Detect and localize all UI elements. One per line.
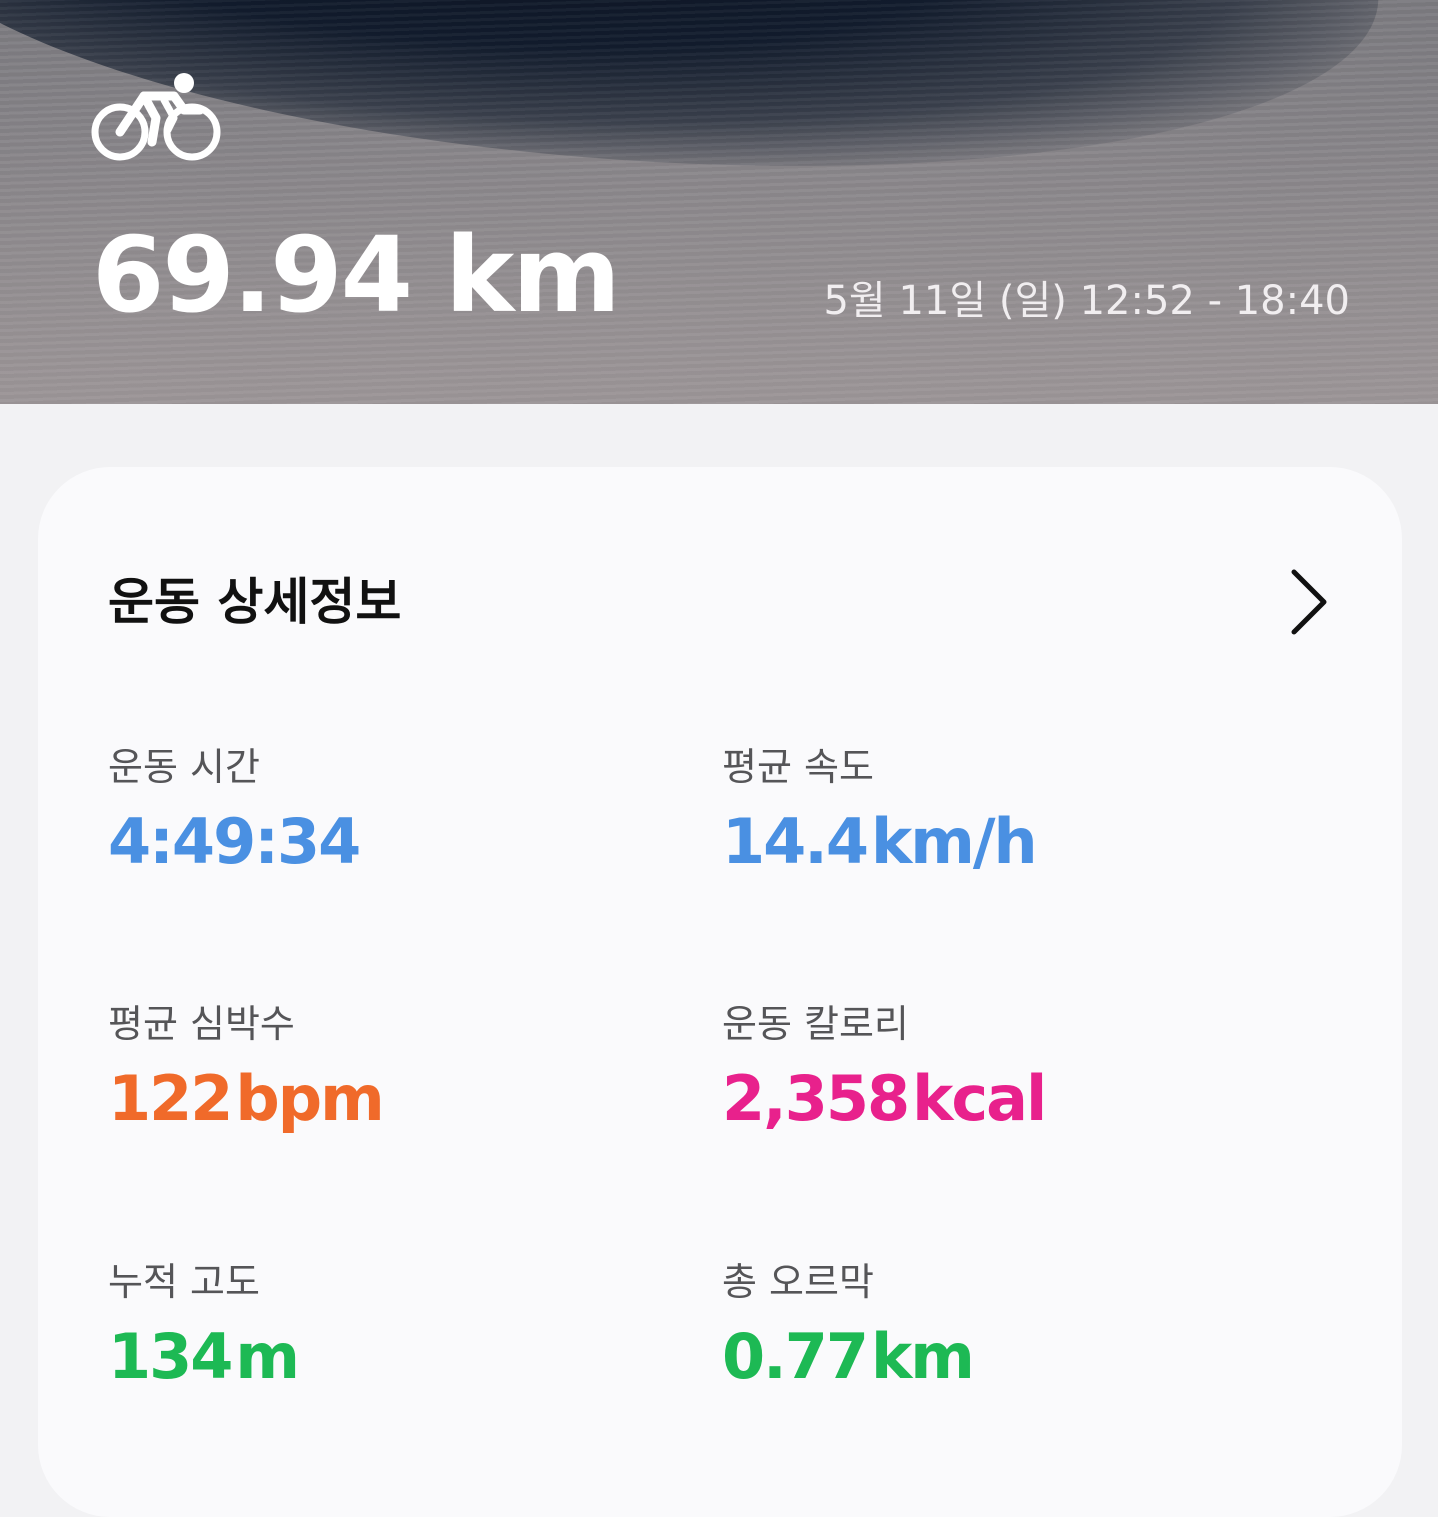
stat-number: 2,358 bbox=[722, 1062, 910, 1135]
stat-number: 14.4 bbox=[722, 805, 869, 878]
stat-value: 0.77km bbox=[722, 1317, 975, 1397]
stat-number: 134 bbox=[108, 1320, 233, 1393]
workout-details-card: 운동 상세정보 운동 시간 4:49:34 평균 속도 14.4km/h 평균 … bbox=[38, 467, 1402, 1517]
stat-label: 운동 시간 bbox=[108, 745, 260, 789]
stat-cumulative-elevation: 누적 고도 134m bbox=[108, 1257, 668, 1407]
stat-unit: m bbox=[235, 1320, 300, 1393]
stat-value: 122bpm bbox=[108, 1059, 385, 1139]
stat-unit: kcal bbox=[912, 1062, 1047, 1135]
stat-calories: 운동 칼로리 2,358kcal bbox=[722, 999, 1282, 1149]
stat-total-ascent: 총 오르막 0.77km bbox=[722, 1257, 1282, 1407]
stat-value: 134m bbox=[108, 1317, 300, 1397]
workout-datetime: 5월 11일 (일) 12:52 - 18:40 bbox=[823, 278, 1350, 324]
total-distance: 69.94 km bbox=[92, 214, 621, 336]
cycling-icon bbox=[91, 73, 221, 161]
stat-workout-time: 운동 시간 4:49:34 bbox=[108, 742, 668, 892]
stat-unit: km bbox=[870, 1320, 975, 1393]
stat-value: 2,358kcal bbox=[722, 1059, 1047, 1139]
stat-label: 평균 속도 bbox=[722, 745, 874, 789]
stat-label: 평균 심박수 bbox=[108, 1002, 295, 1046]
details-header[interactable]: 운동 상세정보 bbox=[108, 562, 1338, 642]
hero-banner: 69.94 km 5월 11일 (일) 12:52 - 18:40 bbox=[0, 0, 1438, 404]
stat-unit: bpm bbox=[235, 1062, 384, 1135]
stat-unit: km/h bbox=[870, 805, 1038, 878]
stat-average-heart-rate: 평균 심박수 122bpm bbox=[108, 999, 668, 1149]
stat-label: 운동 칼로리 bbox=[722, 1002, 909, 1046]
stat-label: 누적 고도 bbox=[108, 1260, 260, 1304]
hero-overlay bbox=[0, 0, 1438, 404]
stat-number: 4:49:34 bbox=[108, 805, 361, 878]
stat-value: 14.4km/h bbox=[722, 802, 1038, 882]
stat-number: 0.77 bbox=[722, 1320, 869, 1393]
stat-average-speed: 평균 속도 14.4km/h bbox=[722, 742, 1282, 892]
chevron-right-icon[interactable] bbox=[1278, 562, 1338, 642]
stat-value: 4:49:34 bbox=[108, 802, 363, 882]
stat-label: 총 오르막 bbox=[722, 1260, 874, 1304]
details-title: 운동 상세정보 bbox=[108, 573, 402, 631]
stat-number: 122 bbox=[108, 1062, 233, 1135]
